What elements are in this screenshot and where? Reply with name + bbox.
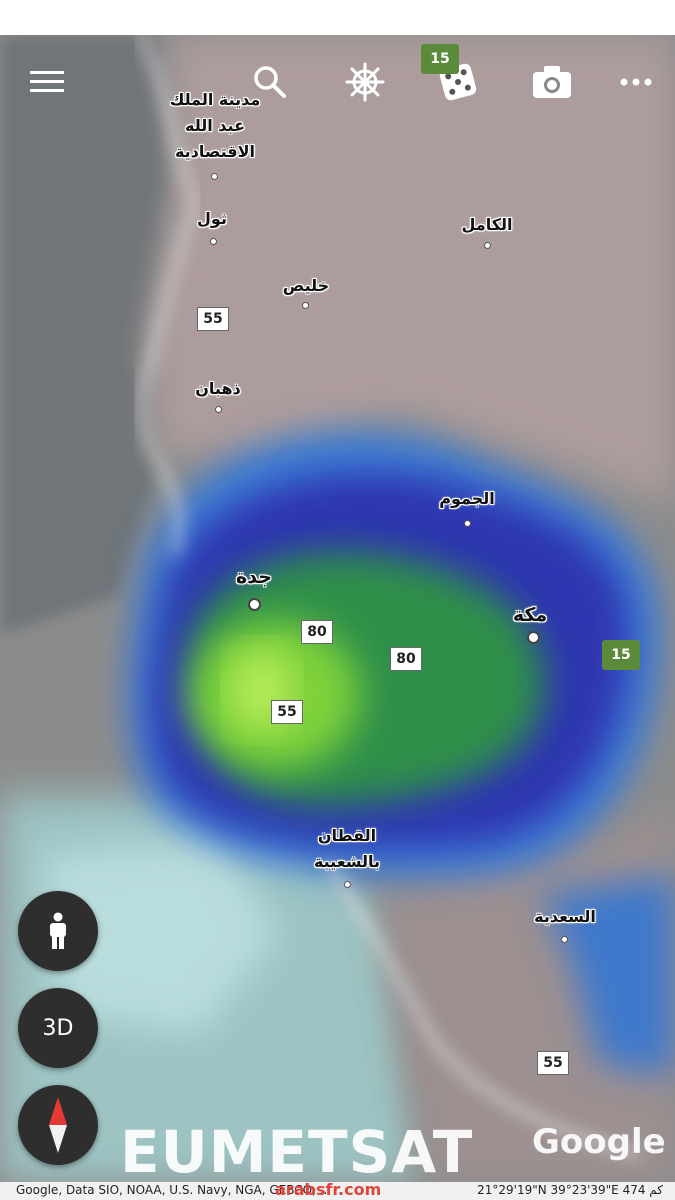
place-dot — [464, 520, 471, 527]
road-80-shield-west: 80 — [301, 620, 333, 644]
3d-toggle-button[interactable]: 3D — [18, 988, 98, 1068]
pegman-button[interactable] — [18, 891, 98, 971]
place-label-thuwal[interactable]: ثول — [190, 207, 234, 231]
place-label-jeddah[interactable]: جدة — [226, 565, 282, 589]
place-label-king-abdullah-city[interactable]: مدينة الملك عبد الله الاقتصادية — [160, 87, 270, 165]
place-dot-jeddah — [248, 598, 261, 611]
place-label-dhahban[interactable]: ذهبان — [190, 377, 246, 401]
attribution-bar[interactable]: Google, Data SIO, NOAA, U.S. Navy, NGA, … — [0, 1180, 675, 1200]
road-55-shield-south: 55 — [537, 1051, 569, 1075]
camera-icon[interactable] — [530, 60, 574, 104]
road-80-shield-east: 80 — [390, 647, 422, 671]
road-55-shield-north: 55 — [197, 307, 229, 331]
eumetsat-watermark: EUMETSAT — [120, 1118, 474, 1182]
place-label-al-jumum[interactable]: الجموم — [436, 487, 498, 511]
route-15-shield-east: 15 — [602, 640, 640, 670]
route-15-shield-top: 15 — [421, 44, 459, 74]
map-view[interactable]: 15 15 مدينة الملك عبد الله الاقتصادية ثو… — [0, 35, 675, 1182]
place-dot — [215, 406, 222, 413]
compass-icon — [49, 1097, 67, 1153]
place-dot — [561, 936, 568, 943]
place-dot — [344, 881, 351, 888]
place-dot — [484, 242, 491, 249]
place-dot — [302, 302, 309, 309]
place-dot — [210, 238, 217, 245]
place-dot-makkah — [527, 631, 540, 644]
place-dot — [211, 173, 218, 180]
place-label-al-qattan[interactable]: القطان بالشعيبة — [308, 823, 386, 875]
top-status-strip — [0, 0, 675, 35]
place-label-al-saadiyah[interactable]: السعدية — [530, 905, 600, 929]
satellite-radar-layer — [0, 35, 675, 1182]
person-icon — [50, 912, 66, 949]
site-watermark: arabsfr.com — [275, 1180, 382, 1199]
place-label-khulais[interactable]: خليص — [278, 274, 334, 298]
more-dots-icon[interactable] — [614, 60, 658, 104]
road-55-shield-jeddah: 55 — [271, 700, 303, 724]
ship-wheel-icon[interactable] — [343, 60, 387, 104]
place-label-al-kamil[interactable]: الكامل — [455, 213, 519, 237]
coordinates-readout: 21°29'19"N 39°23'39"E 474 كم — [477, 1183, 663, 1197]
place-label-makkah[interactable]: مكة — [505, 603, 555, 627]
menu-icon[interactable] — [25, 60, 69, 104]
3d-label: 3D — [42, 1015, 74, 1041]
google-logo: Google — [532, 1122, 666, 1162]
compass-button[interactable] — [18, 1085, 98, 1165]
